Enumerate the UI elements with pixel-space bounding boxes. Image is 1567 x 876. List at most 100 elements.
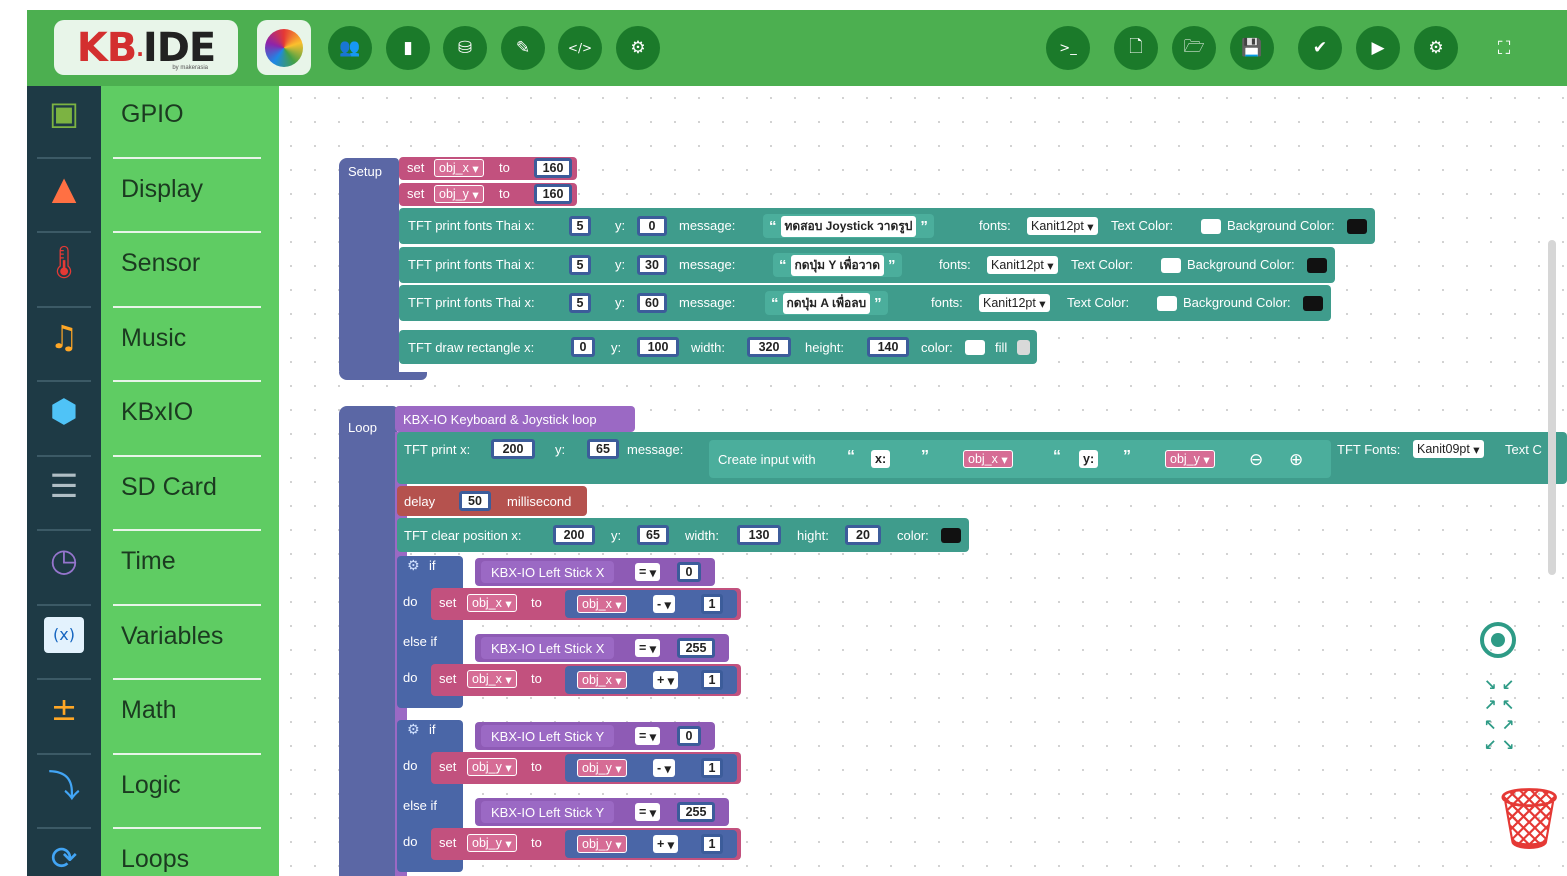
rect-x-input[interactable]: 0 <box>571 337 595 357</box>
var-dropdown[interactable]: obj_y ▾ <box>577 759 627 777</box>
clear-width-input[interactable]: 130 <box>737 525 781 545</box>
delay-input[interactable]: 50 <box>459 491 491 511</box>
chip-icon[interactable]: ▣ <box>41 90 87 136</box>
math-op-dropdown[interactable]: - ▾ <box>653 759 675 777</box>
value-input[interactable]: 160 <box>534 158 572 178</box>
stick-sensor-block[interactable]: KBX-IO Left Stick Y <box>481 801 615 823</box>
terminal-button[interactable]: >_ <box>1046 26 1090 70</box>
math-op-dropdown[interactable]: + ▾ <box>653 671 679 689</box>
font-dropdown[interactable]: Kanit09pt ▾ <box>1413 440 1484 458</box>
category-gpio[interactable]: GPIO <box>121 100 184 129</box>
math-value-input[interactable]: 1 <box>701 670 723 690</box>
stick-sensor-block[interactable]: KBX-IO Left Stick X <box>481 637 615 659</box>
vertical-scrollbar[interactable] <box>1548 240 1556 575</box>
category-variables[interactable]: Variables <box>121 622 223 651</box>
cube-icon[interactable]: ⬢ <box>41 388 87 434</box>
category-math[interactable]: Math <box>121 696 177 725</box>
x-input[interactable]: 5 <box>569 255 591 275</box>
text-block[interactable]: “กดปุ่ม Y เพื่อวาด” <box>773 253 902 277</box>
set-obj-x-block[interactable]: set obj_x ▾ to 160 <box>399 157 577 180</box>
var-dropdown[interactable]: obj_y ▾ <box>577 835 627 853</box>
rect-y-input[interactable]: 100 <box>637 337 679 357</box>
stick-sensor-block[interactable]: KBX-IO Left Stick Y <box>481 725 615 747</box>
delay-block[interactable]: delay 50 millisecond <box>397 486 587 516</box>
gear-icon[interactable]: ⚙ <box>407 722 420 738</box>
compare-block[interactable]: KBX-IO Left Stick X = ▾ 255 <box>475 634 729 662</box>
kbx-loop-block[interactable]: KBX-IO Keyboard & Joystick loop <box>395 406 635 432</box>
compare-value-input[interactable]: 255 <box>677 802 715 822</box>
recenter-icon[interactable] <box>1480 622 1516 658</box>
var-dropdown[interactable]: obj_x ▾ <box>577 671 627 689</box>
text-color-swatch[interactable] <box>1201 219 1221 234</box>
clear-height-input[interactable]: 20 <box>845 525 881 545</box>
set-obj-y-block[interactable]: set obj_y ▾ to 160 <box>399 183 577 206</box>
compare-block[interactable]: KBX-IO Left Stick X = ▾ 0 <box>475 558 715 586</box>
x-input[interactable]: 5 <box>569 293 591 313</box>
tft-draw-rectangle-block[interactable]: TFT draw rectangle x: 0 y: 100 width: 32… <box>399 330 1037 364</box>
gear-icon[interactable]: ⚙ <box>407 558 420 574</box>
font-dropdown[interactable]: Kanit12pt ▾ <box>979 294 1050 312</box>
music-icon[interactable]: ♫ <box>41 314 87 360</box>
plus-icon[interactable]: ⊕ <box>1289 450 1303 470</box>
board-button[interactable]: ▮ <box>386 26 430 70</box>
math-block[interactable]: obj_y ▾ + ▾ 1 <box>565 830 737 858</box>
settings-button[interactable]: ⚙ <box>616 26 660 70</box>
math-icon[interactable]: ± <box>41 686 87 732</box>
string-x-field[interactable]: x: <box>871 450 891 468</box>
math-value-input[interactable]: 1 <box>701 758 723 778</box>
stick-sensor-block[interactable]: KBX-IO Left Stick X <box>481 561 615 583</box>
math-block[interactable]: obj_x ▾ + ▾ 1 <box>565 666 737 694</box>
print-x-input[interactable]: 200 <box>491 439 535 459</box>
new-file-button[interactable]: 🗋 <box>1114 26 1158 70</box>
storage-icon[interactable]: ☰ <box>41 463 87 509</box>
plugins-button[interactable]: ⛁ <box>443 26 487 70</box>
category-sd-card[interactable]: SD Card <box>121 473 217 502</box>
image-icon[interactable]: ▲ <box>41 165 87 211</box>
compare-value-input[interactable]: 255 <box>677 638 715 658</box>
y-input[interactable]: 30 <box>637 255 667 275</box>
font-dropdown[interactable]: Kanit12pt ▾ <box>987 256 1058 274</box>
open-folder-button[interactable]: 🗁 <box>1172 26 1216 70</box>
math-block[interactable]: obj_x ▾ - ▾ 1 <box>565 590 737 618</box>
set-var-block[interactable]: set obj_x ▾ to obj_x ▾ + ▾ 1 <box>431 664 741 696</box>
zoom-fit-icon[interactable]: ↘ ↙ ↗ ↖ ↖ ↗ ↙ ↘ <box>1479 675 1519 755</box>
tft-print-thai-block[interactable]: TFT print fonts Thai x: 5 y: 30 message: “กดป… <box>399 247 1335 283</box>
operator-dropdown[interactable]: = ▾ <box>635 639 661 657</box>
x-input[interactable]: 5 <box>569 216 591 236</box>
math-block[interactable]: obj_y ▾ - ▾ 1 <box>565 754 737 782</box>
text-block[interactable]: “กดปุ่ม A เพื่อลบ” <box>765 291 888 315</box>
var-dropdown[interactable]: obj_x ▾ <box>577 595 627 613</box>
var-obj-y[interactable]: obj_y ▾ <box>1165 450 1215 468</box>
var-dropdown[interactable]: obj_x ▾ <box>467 594 517 612</box>
run-button[interactable]: ▶ <box>1356 26 1400 70</box>
boards-button[interactable]: 👥 <box>328 26 372 70</box>
loop-icon[interactable]: ⟳ <box>41 835 87 876</box>
set-var-block[interactable]: set obj_y ▾ to obj_y ▾ - ▾ 1 <box>431 752 741 784</box>
category-display[interactable]: Display <box>121 175 203 204</box>
compare-block[interactable]: KBX-IO Left Stick Y = ▾ 255 <box>475 798 729 826</box>
color-swatch[interactable] <box>965 340 985 355</box>
operator-dropdown[interactable]: = ▾ <box>635 563 661 581</box>
tft-print-thai-block[interactable]: TFT print fonts Thai x: 5 y: 60 message: “กดป… <box>399 285 1331 321</box>
bg-color-swatch[interactable] <box>1303 296 1323 311</box>
fullscreen-button[interactable]: ⛶ <box>1482 26 1526 70</box>
fill-checkbox[interactable] <box>1017 340 1030 355</box>
category-sensor[interactable]: Sensor <box>121 249 200 278</box>
clock-icon[interactable]: ◷ <box>41 537 87 583</box>
message-text-field[interactable]: ทดสอบ Joystick วาดรูป <box>780 215 917 237</box>
y-input[interactable]: 60 <box>637 293 667 313</box>
var-dropdown[interactable]: obj_y ▾ <box>467 758 517 776</box>
bg-color-swatch[interactable] <box>1307 258 1327 273</box>
logic-icon[interactable]: ⤵ <box>41 761 87 807</box>
clear-x-input[interactable]: 200 <box>553 525 595 545</box>
minus-icon[interactable]: ⊖ <box>1249 450 1263 470</box>
y-input[interactable]: 0 <box>637 216 667 236</box>
category-time[interactable]: Time <box>121 547 176 576</box>
var-dropdown[interactable]: obj_x ▾ <box>467 670 517 688</box>
create-input-block[interactable]: Create input with “ x: ” obj_x ▾ “ y: ” … <box>709 440 1331 478</box>
loop-block[interactable]: Loop <box>339 406 397 876</box>
board-mascot-icon[interactable] <box>257 20 311 75</box>
color-swatch[interactable] <box>941 528 961 543</box>
clear-y-input[interactable]: 65 <box>637 525 669 545</box>
category-logic[interactable]: Logic <box>121 771 181 800</box>
